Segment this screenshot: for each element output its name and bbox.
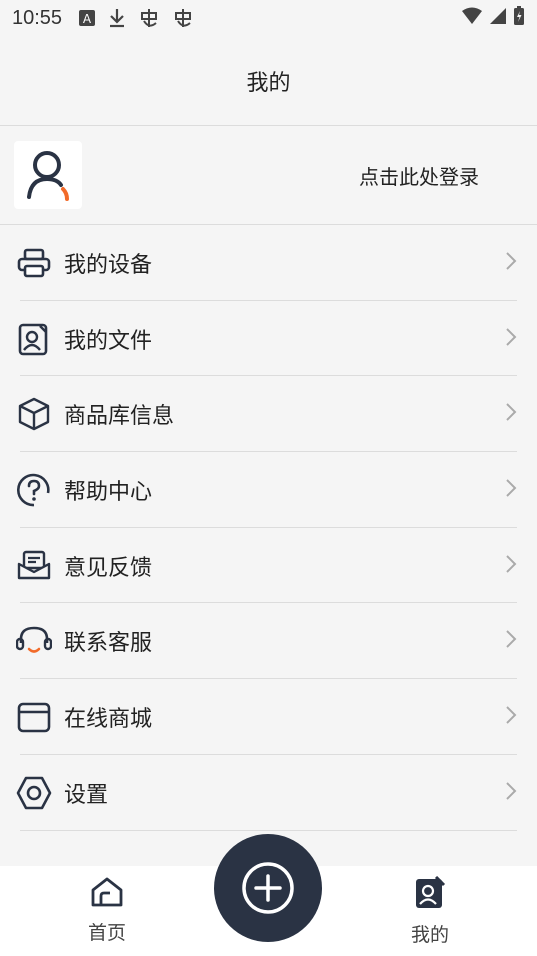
help-icon bbox=[16, 472, 52, 508]
printer-icon bbox=[16, 245, 52, 281]
status-bar: 10:55 A bbox=[0, 0, 537, 36]
menu-list: 我的设备 我的文件 商品库信息 帮助中心 意见反馈 联系客服 在线商城 设置 bbox=[0, 225, 537, 831]
chevron-right-icon bbox=[505, 781, 517, 805]
nav-item-mine[interactable]: 我的 bbox=[385, 875, 475, 947]
login-row[interactable]: 点击此处登录 bbox=[0, 126, 537, 225]
battery-icon bbox=[513, 5, 525, 31]
home-icon bbox=[90, 876, 124, 912]
menu-item-online-store[interactable]: 在线商城 bbox=[0, 679, 537, 755]
menu-item-label: 在线商城 bbox=[64, 706, 153, 732]
menu-item-help-center[interactable]: 帮助中心 bbox=[0, 452, 537, 528]
menu-item-contact-service[interactable]: 联系客服 bbox=[0, 603, 537, 679]
menu-item-label: 意见反馈 bbox=[64, 555, 153, 581]
menu-item-product-library[interactable]: 商品库信息 bbox=[0, 376, 537, 452]
bug-icon bbox=[172, 7, 194, 29]
chevron-right-icon bbox=[505, 327, 517, 351]
signal-icon bbox=[489, 7, 507, 30]
menu-item-my-files[interactable]: 我的文件 bbox=[0, 301, 537, 377]
menu-item-label: 我的文件 bbox=[64, 328, 153, 354]
plus-circle-icon bbox=[242, 862, 294, 914]
profile-card-icon bbox=[414, 875, 446, 914]
menu-item-feedback[interactable]: 意见反馈 bbox=[0, 528, 537, 604]
add-button[interactable] bbox=[214, 834, 322, 942]
wifi-icon bbox=[461, 7, 483, 30]
menu-item-label: 设置 bbox=[64, 782, 109, 808]
user-icon bbox=[27, 151, 69, 201]
menu-item-label: 商品库信息 bbox=[64, 404, 175, 430]
avatar[interactable] bbox=[14, 141, 82, 209]
chevron-right-icon bbox=[505, 402, 517, 426]
nav-label-mine: 我的 bbox=[410, 924, 449, 946]
page-title: 我的 bbox=[246, 70, 291, 96]
box-icon bbox=[16, 396, 52, 432]
bug-icon bbox=[138, 7, 160, 29]
chevron-right-icon bbox=[505, 554, 517, 578]
settings-icon bbox=[16, 775, 52, 811]
nav-label-home: 首页 bbox=[87, 922, 126, 944]
chevron-right-icon bbox=[505, 478, 517, 502]
menu-item-settings[interactable]: 设置 bbox=[0, 755, 537, 831]
feedback-icon bbox=[16, 548, 52, 584]
menu-item-my-devices[interactable]: 我的设备 bbox=[0, 225, 537, 301]
file-user-icon bbox=[16, 321, 52, 357]
menu-item-label: 我的设备 bbox=[64, 252, 153, 278]
chevron-right-icon bbox=[505, 705, 517, 729]
page-header: 我的 bbox=[0, 36, 537, 126]
a-notification-icon: A bbox=[78, 9, 96, 27]
chevron-right-icon bbox=[505, 629, 517, 653]
headset-icon bbox=[16, 623, 52, 659]
menu-item-label: 帮助中心 bbox=[64, 479, 153, 505]
store-icon bbox=[16, 699, 52, 735]
login-prompt[interactable]: 点击此处登录 bbox=[359, 161, 479, 190]
menu-item-label: 联系客服 bbox=[64, 631, 153, 657]
nav-item-home[interactable]: 首页 bbox=[62, 876, 152, 945]
download-icon bbox=[108, 8, 126, 28]
svg-text:A: A bbox=[83, 12, 92, 26]
chevron-right-icon bbox=[505, 251, 517, 275]
status-time: 10:55 bbox=[12, 6, 63, 29]
